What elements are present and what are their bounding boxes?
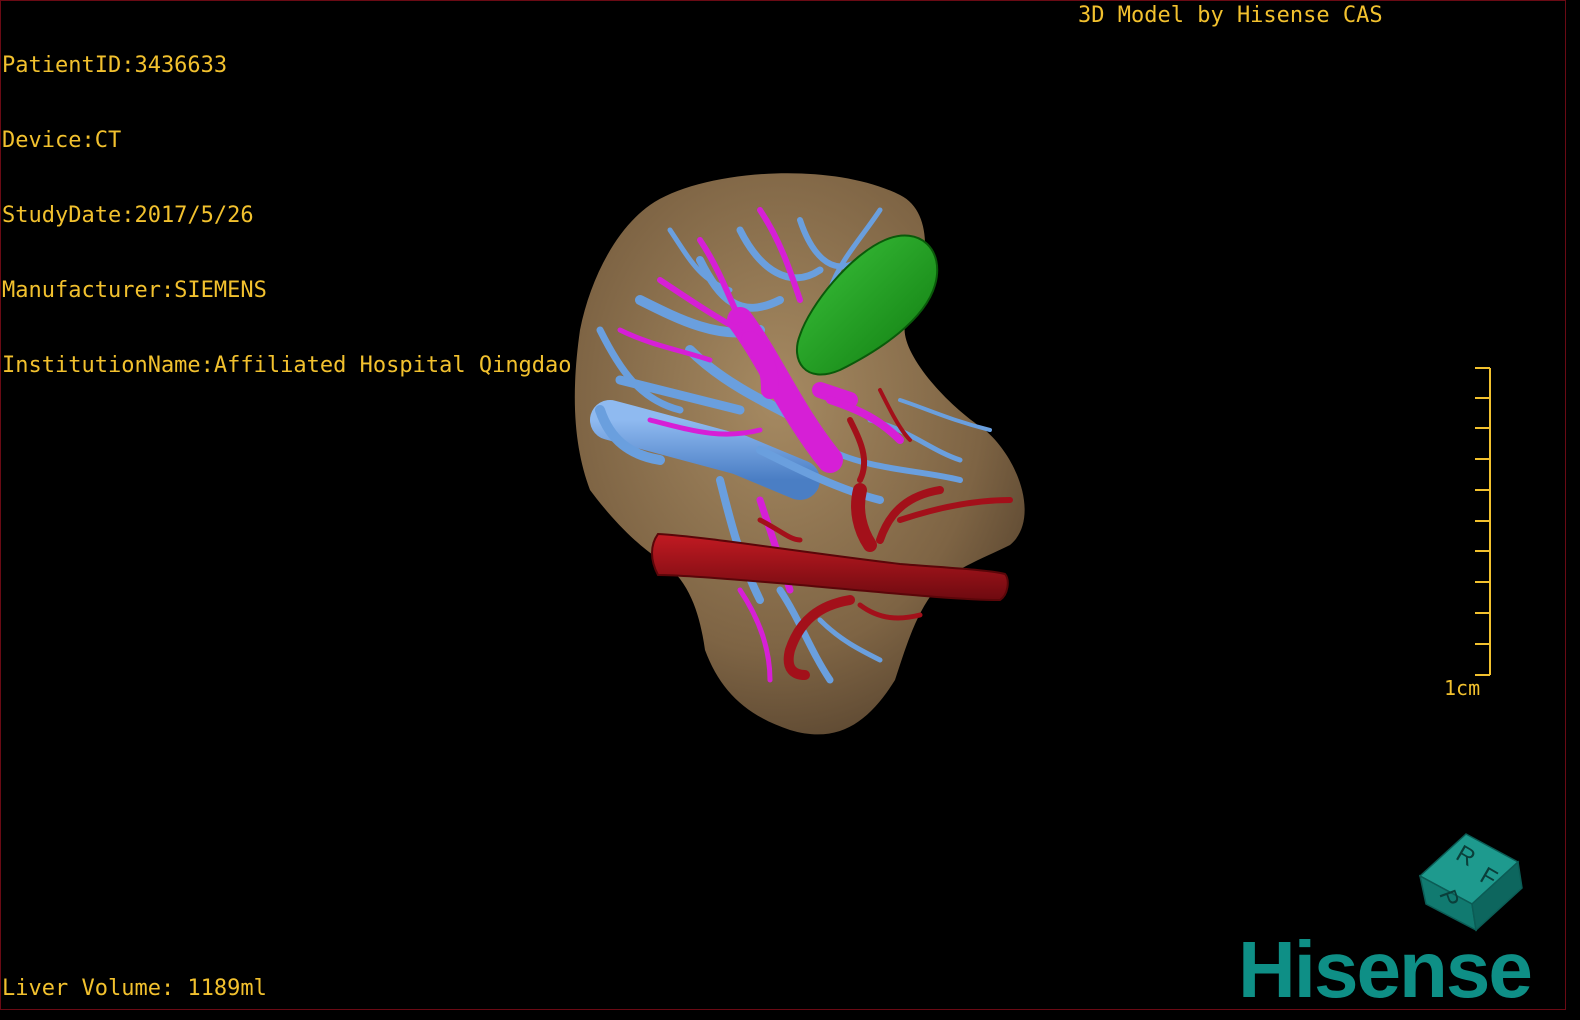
orientation-cube[interactable]: R F P: [1418, 833, 1523, 932]
hisense-logo: Hisense: [1238, 925, 1533, 1014]
liver-3d-render[interactable]: R F P: [0, 0, 1566, 1010]
scale-bar-label: 1cm: [1444, 676, 1481, 700]
scale-bar: [1475, 367, 1491, 676]
